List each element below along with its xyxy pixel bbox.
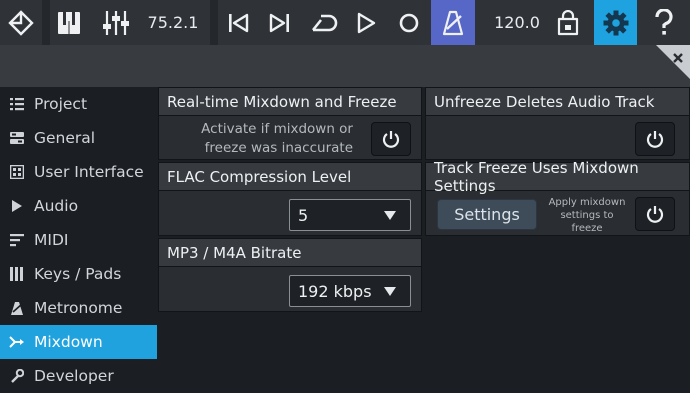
flac-compression-panel: FLAC Compression Level 5 (158, 162, 422, 236)
power-icon (646, 206, 664, 223)
help-question-icon[interactable] (642, 0, 686, 45)
wrench-icon (0, 359, 34, 393)
panel-title: FLAC Compression Level (159, 163, 421, 191)
sidebar-item-label: Metronome (34, 299, 123, 317)
sidebar-item-label: Keys / Pads (34, 265, 122, 283)
bitrate-dropdown[interactable]: 192 kbps (289, 275, 411, 307)
cube-icon[interactable] (0, 0, 42, 45)
metronome-icon (0, 291, 34, 325)
track-freeze-panel: Track Freeze Uses Mixdown Settings Setti… (425, 159, 690, 236)
sidebar-item-keys-pads[interactable]: Keys / Pads (0, 257, 157, 291)
bitrate-value: 192 kbps (298, 281, 372, 301)
piano-keys-icon[interactable] (50, 0, 88, 45)
dropdown-arrow-icon (384, 287, 396, 296)
record-icon[interactable] (389, 0, 429, 45)
sidebar-item-label: Developer (34, 367, 114, 385)
realtime-power-toggle[interactable] (371, 122, 411, 156)
skip-to-start-icon[interactable] (218, 0, 258, 45)
sidebar-item-label: MIDI (34, 231, 69, 249)
skip-to-end-icon[interactable] (260, 0, 300, 45)
mp3-bitrate-panel: MP3 / M4A Bitrate 192 kbps (158, 238, 422, 312)
metronome-toggle-icon[interactable] (431, 0, 475, 45)
sidebar-item-project[interactable]: Project (0, 87, 157, 121)
play-icon[interactable] (346, 0, 386, 45)
panel-title: Track Freeze Uses Mixdown Settings (426, 159, 689, 195)
sidebar-item-label: User Interface (34, 163, 144, 181)
track-freeze-note: Apply mixdown settings to freeze (548, 197, 626, 234)
mixdown-settings-button[interactable]: Settings (437, 199, 537, 230)
version-label: 75.2.1 (147, 13, 199, 32)
flac-level-value: 5 (298, 205, 309, 225)
settings-gear-icon[interactable] (594, 0, 637, 45)
close-settings-button[interactable] (650, 45, 690, 85)
toggle-icon (0, 121, 34, 155)
sidebar-item-label: Project (34, 95, 88, 113)
power-icon (646, 131, 664, 148)
loop-icon[interactable] (303, 0, 345, 45)
mixer-sliders-icon[interactable] (96, 0, 136, 45)
panel-title: Unfreeze Deletes Audio Track (426, 88, 689, 116)
settings-header-bar (0, 45, 690, 87)
grid-icon (0, 155, 34, 189)
sidebar-item-general[interactable]: General (0, 121, 157, 155)
top-toolbar: 75.2.1 120.0 (0, 0, 690, 45)
sidebar-item-label: Mixdown (34, 333, 103, 351)
panel-title: Real-time Mixdown and Freeze (159, 88, 421, 116)
sidebar-item-user-interface[interactable]: User Interface (0, 155, 157, 189)
unfreeze-panel: Unfreeze Deletes Audio Track (425, 87, 690, 160)
unfreeze-power-toggle[interactable] (635, 122, 675, 156)
keys-icon (0, 257, 34, 291)
sidebar-item-mixdown[interactable]: Mixdown (0, 325, 157, 359)
sidebar-item-label: Audio (34, 197, 79, 215)
store-bag-icon[interactable] (548, 0, 588, 45)
power-icon (382, 131, 400, 148)
sidebar-item-label: General (34, 129, 96, 147)
mixdown-merge-icon (0, 325, 34, 359)
realtime-note: Activate if mixdown or freeze was inaccu… (201, 121, 353, 156)
dropdown-arrow-icon (384, 211, 396, 220)
settings-sidebar: Project General User Interface Audio MID… (0, 87, 157, 387)
list-icon (0, 87, 34, 121)
midi-bars-icon (0, 223, 34, 257)
track-freeze-power-toggle[interactable] (635, 197, 675, 231)
tempo-label[interactable]: 120.0 (488, 0, 546, 45)
play-triangle-icon (0, 189, 34, 223)
sidebar-item-audio[interactable]: Audio (0, 189, 157, 223)
sidebar-item-metronome[interactable]: Metronome (0, 291, 157, 325)
sidebar-item-developer[interactable]: Developer (0, 359, 157, 393)
flac-level-dropdown[interactable]: 5 (289, 199, 411, 231)
realtime-mixdown-panel: Real-time Mixdown and Freeze Activate if… (158, 87, 422, 160)
sidebar-item-midi[interactable]: MIDI (0, 223, 157, 257)
panel-title: MP3 / M4A Bitrate (159, 239, 421, 267)
